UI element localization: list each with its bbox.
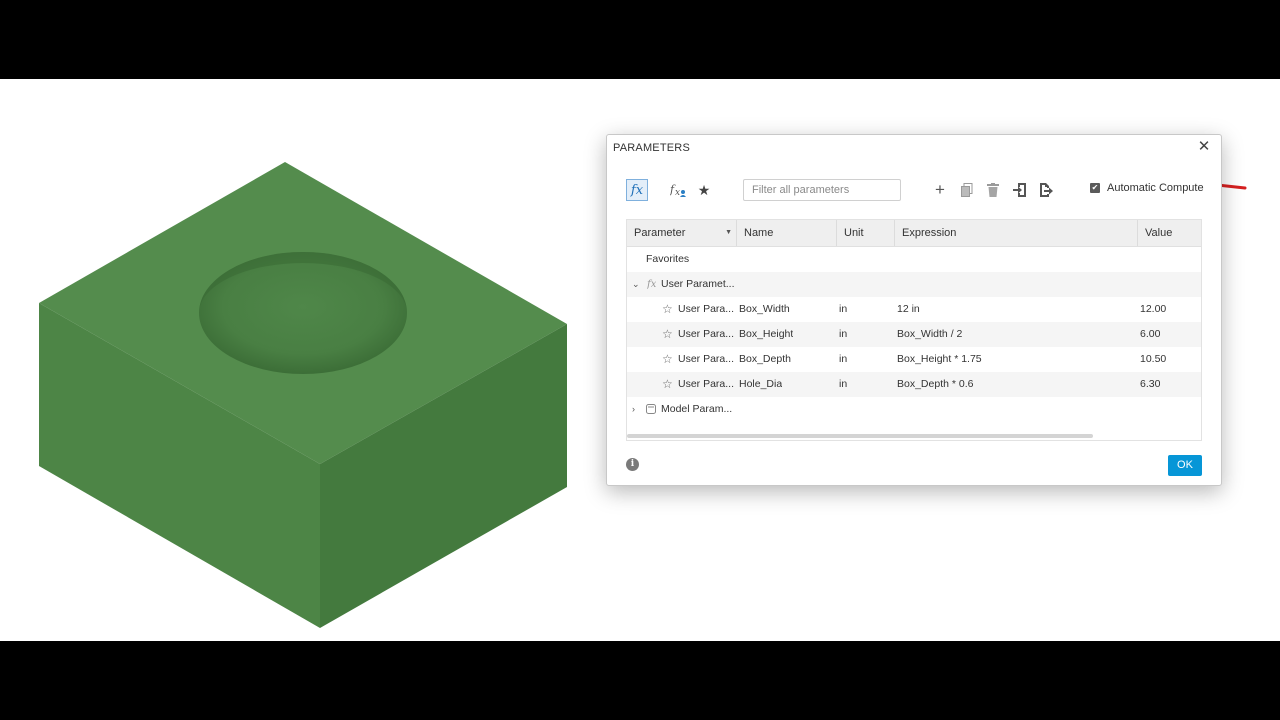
column-header-parameter[interactable]: Parameter ▼: [627, 220, 737, 246]
chevron-down-icon[interactable]: ⌄: [632, 272, 640, 297]
row-value: 6.00: [1140, 328, 1161, 340]
favorite-star-icon[interactable]: ☆: [662, 347, 673, 372]
dialog-title: PARAMETERS: [613, 142, 690, 154]
table-header: Parameter ▼ Name Unit Expression Value: [627, 220, 1201, 247]
table-row[interactable]: ☆ User Para... Box_Height in Box_Width /…: [627, 322, 1201, 347]
row-parameter: User Para...: [678, 328, 734, 340]
favorite-star-icon[interactable]: ☆: [662, 372, 673, 397]
export-icon[interactable]: [1035, 179, 1057, 201]
row-name[interactable]: Box_Depth: [739, 347, 791, 372]
table-row[interactable]: ☆ User Para... Box_Depth in Box_Height *…: [627, 347, 1201, 372]
row-value: 10.50: [1140, 353, 1167, 365]
letterbox-top: [0, 0, 1280, 79]
model-parameters-group-label: Model Param...: [661, 403, 733, 415]
model-parameters-group-icon: [646, 397, 656, 422]
user-parameters-group-label: User Paramet...: [661, 278, 735, 290]
automatic-compute-toggle[interactable]: ✔ Automatic Compute: [1090, 182, 1204, 194]
close-icon[interactable]: ✕: [1195, 138, 1213, 156]
parameters-dialog: PARAMETERS ✕ fx fx ★ + ✔ Automatic Compu…: [606, 134, 1222, 486]
row-expression[interactable]: 12 in: [897, 297, 920, 322]
favorites-label: Favorites: [646, 253, 690, 265]
column-header-value[interactable]: Value: [1138, 220, 1201, 246]
ok-button[interactable]: OK: [1168, 455, 1202, 476]
user-parameters-group-icon: fx: [647, 279, 657, 290]
favorite-star-icon[interactable]: ☆: [662, 297, 673, 322]
svg-text:x: x: [675, 188, 680, 197]
table-row[interactable]: ☆ User Para... Box_Width in 12 in 12.00: [627, 297, 1201, 322]
parameters-table: Parameter ▼ Name Unit Expression Value Fa…: [626, 219, 1202, 441]
chevron-down-icon[interactable]: ▼: [725, 220, 732, 246]
filter-input[interactable]: [743, 179, 901, 201]
fx-all-icon[interactable]: fx: [626, 179, 648, 201]
chevron-right-icon[interactable]: ›: [632, 397, 635, 422]
row-name[interactable]: Box_Width: [739, 297, 790, 322]
table-row[interactable]: ☆ User Para... Hole_Dia in Box_Depth * 0…: [627, 372, 1201, 397]
row-expression[interactable]: Box_Width / 2: [897, 322, 962, 347]
row-name[interactable]: Hole_Dia: [739, 372, 782, 397]
column-header-name[interactable]: Name: [737, 220, 837, 246]
row-expression[interactable]: Box_Depth * 0.6: [897, 372, 973, 397]
automatic-compute-label: Automatic Compute: [1107, 182, 1204, 194]
info-icon[interactable]: i: [626, 458, 639, 471]
row-expression[interactable]: Box_Height * 1.75: [897, 347, 982, 372]
favorite-star-icon[interactable]: ☆: [662, 322, 673, 347]
automatic-compute-checkbox[interactable]: ✔: [1090, 183, 1100, 193]
column-header-unit[interactable]: Unit: [837, 220, 895, 246]
column-header-expression[interactable]: Expression: [895, 220, 1138, 246]
row-unit[interactable]: in: [839, 372, 847, 397]
add-icon[interactable]: +: [929, 179, 951, 201]
row-parameter: User Para...: [678, 303, 734, 315]
row-parameter: User Para...: [678, 353, 734, 365]
letterbox-bottom: [0, 641, 1280, 720]
row-unit[interactable]: in: [839, 347, 847, 372]
model-parameters-group-row[interactable]: › Model Param...: [627, 397, 1201, 422]
row-unit[interactable]: in: [839, 322, 847, 347]
row-unit[interactable]: in: [839, 297, 847, 322]
favorites-row[interactable]: Favorites: [627, 247, 1201, 272]
import-icon[interactable]: [1009, 179, 1031, 201]
horizontal-scrollbar[interactable]: [627, 434, 1093, 438]
row-parameter: User Para...: [678, 378, 734, 390]
row-value: 6.30: [1140, 378, 1161, 390]
row-value: 12.00: [1140, 303, 1167, 315]
star-favorites-icon[interactable]: ★: [693, 179, 715, 201]
delete-icon[interactable]: [982, 179, 1004, 201]
user-parameters-group-row[interactable]: ⌄ fx User Paramet...: [627, 272, 1201, 297]
row-name[interactable]: Box_Height: [739, 322, 793, 347]
copy-icon[interactable]: [956, 179, 978, 201]
fx-user-icon[interactable]: fx: [667, 179, 689, 201]
